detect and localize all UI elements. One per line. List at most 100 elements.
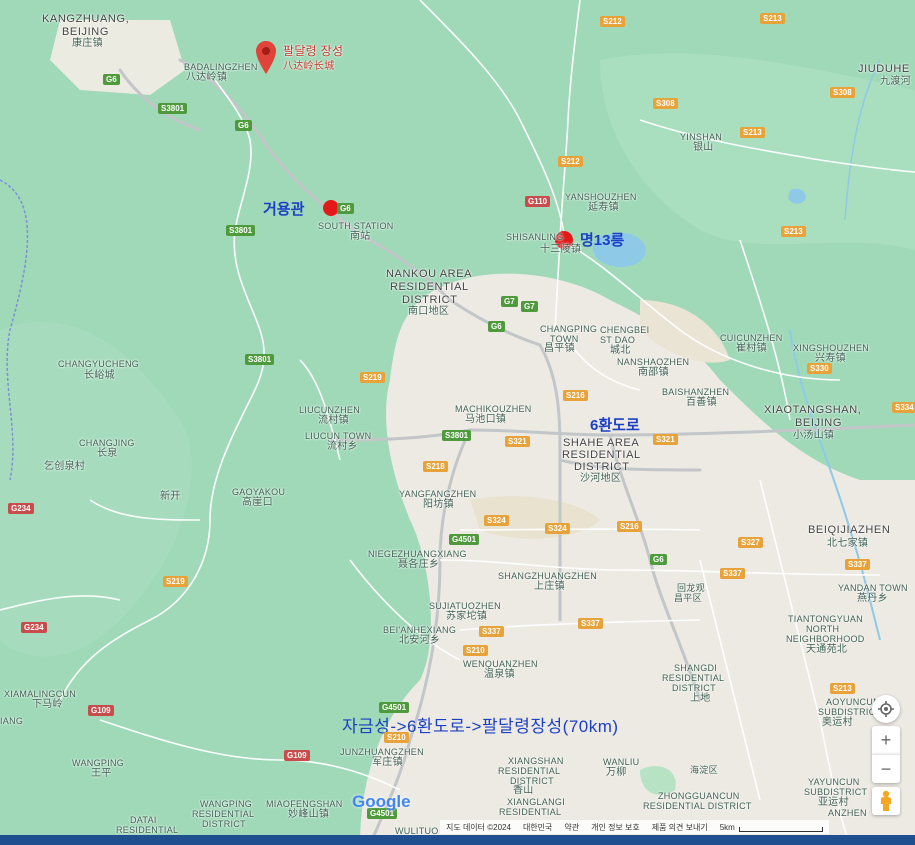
place-south-station-cn: 南站 (350, 231, 371, 242)
feedback-link[interactable]: 제품 의견 보내기 (652, 822, 708, 833)
place-aoyuncun-cn: 奥运村 (822, 717, 853, 728)
road-shield: S334 (892, 402, 915, 413)
place-niegezhuang-cn: 聂各庄乡 (398, 559, 440, 570)
place-xiaotangshan: XIAOTANGSHAN, (764, 404, 862, 416)
place-kangzhuang-cn: 康庄镇 (72, 38, 103, 49)
place-yinshan-cn: 银山 (693, 142, 714, 153)
locate-icon (878, 701, 894, 717)
road-shield: S3801 (158, 103, 188, 114)
place-wenquan-cn: 温泉镇 (484, 669, 515, 680)
road-shield: S210 (463, 645, 488, 656)
zoom-in-icon: + (880, 729, 892, 750)
zoom-in-button[interactable]: + (872, 726, 900, 754)
place-anzhen: ANZHEN (828, 808, 867, 818)
pegman-icon (881, 790, 891, 811)
place-changping-cn: 昌平镇 (544, 343, 575, 354)
place-machikou-cn: 马池口镇 (465, 414, 507, 425)
road-shield: G110 (525, 196, 551, 207)
place-changjing-cn: 长泉 (97, 448, 118, 459)
place-xiaotangshan-2: BEIJING (795, 417, 842, 429)
place-beianhe-cn: 北安河乡 (399, 635, 441, 646)
road-shield: S210 (384, 732, 409, 743)
place-wangping2-3: DISTRICT (202, 819, 246, 829)
road-shield: S216 (617, 521, 642, 532)
place-shahe-cn: 沙河地区 (580, 473, 622, 484)
place-shangdi-cn: 上地 (690, 693, 711, 704)
place-badaling-cn: 八达岭镇 (186, 72, 228, 83)
road-shield: S337 (845, 559, 870, 570)
place-kangzhuang: KANGZHUANG, (42, 13, 130, 25)
map-data-credit: 지도 데이터 ©2024 (446, 822, 511, 832)
badaling-pin[interactable] (255, 40, 277, 76)
road-shield: G7 (521, 301, 538, 312)
place-beiqijia-cn: 北七家镇 (827, 538, 869, 549)
terms-link[interactable]: 약관 (564, 822, 579, 833)
bottom-strip (0, 835, 915, 845)
privacy-link[interactable]: 개인 정보 보호 (591, 822, 640, 833)
road-shield: S330 (807, 363, 832, 374)
place-baishan-cn: 百善镇 (686, 397, 717, 408)
google-logo-text: Google (352, 792, 411, 811)
road-shield: S3801 (442, 430, 472, 441)
zoom-out-button[interactable]: − (872, 754, 900, 783)
road-shield: G7 (501, 296, 518, 307)
place-nankou-cn: 南口地区 (408, 306, 450, 317)
road-shield: S337 (720, 568, 745, 579)
road-shield: G4501 (379, 702, 410, 713)
place-beiqijia: BEIQIJIAZHEN (808, 524, 891, 536)
road-shield: S213 (740, 127, 765, 138)
road-shield: S213 (781, 226, 806, 237)
road-shield: S213 (760, 13, 785, 24)
place-chengbei-cn: 城北 (610, 345, 631, 356)
country-link[interactable]: 대한민국 (523, 822, 552, 833)
road-shield: S212 (600, 16, 625, 27)
road-shield: G6 (235, 120, 252, 131)
place-wanliu-cn: 万柳 (606, 767, 627, 778)
place-shangzhuang-cn: 上庄镇 (534, 581, 565, 592)
road-shield: G109 (88, 705, 114, 716)
road-shield: G4501 (449, 534, 480, 545)
place-cuicun-cn: 崔村镇 (736, 343, 767, 354)
badaling-pin-title[interactable]: 팔달령 장성 (283, 45, 343, 57)
map-pin-icon (256, 41, 276, 74)
road-shield: S216 (563, 390, 588, 401)
road-shield: G109 (284, 750, 310, 761)
badaling-pin-subtitle[interactable]: 八达岭长城 (283, 61, 335, 72)
place-xiamaling-cn: 下马岭 (32, 699, 63, 710)
road-shield: S308 (830, 87, 855, 98)
road-shield: S324 (484, 515, 509, 526)
place-xiaotangshan-cn: 小汤山镇 (793, 430, 835, 441)
place-jiuduhe-cn: 九渡河 (880, 76, 911, 87)
place-changyucheng-cn: 长峪城 (84, 370, 115, 381)
place-zhongguancun-2: RESIDENTIAL DISTRICT (643, 801, 752, 811)
juyongguan-label: 거용관 (263, 201, 305, 218)
road-shield: S324 (545, 523, 570, 534)
place-changping-district: 昌平区 (674, 593, 702, 603)
scale-bar[interactable]: 5km (720, 823, 823, 832)
place-liucun-cn: 流村镇 (318, 415, 349, 426)
road-shield: S337 (578, 618, 603, 629)
place-shisanling: SHISANLING (506, 232, 564, 242)
road-shield: S213 (830, 683, 855, 694)
place-junzhuang-cn: 军庄镇 (372, 757, 403, 768)
place-yayuncun-cn: 亚运村 (818, 797, 849, 808)
scale-label: 5km (719, 822, 735, 832)
street-view-pegman-button[interactable] (872, 787, 900, 815)
ring6-label: 6환도로 (590, 417, 640, 434)
place-wangping-cn: 王平 (91, 768, 112, 779)
road-shield: S337 (479, 626, 504, 637)
road-shield: S327 (738, 537, 763, 548)
place-nankou-1: NANKOU AREA (386, 268, 473, 280)
place-miaofengshan-cn: 妙峰山镇 (288, 809, 330, 820)
place-tiantongyuan-cn: 天通苑北 (806, 644, 848, 655)
place-xiangshan-cn: 香山 (513, 785, 534, 796)
place-qiying-cn: 乞创泉村 (44, 461, 86, 472)
my-location-button[interactable] (872, 695, 900, 723)
place-sujiatuo-cn: 苏家坨镇 (446, 611, 488, 622)
place-yanshou-cn: 延寿镇 (588, 202, 619, 213)
road-shield: G6 (103, 74, 120, 85)
zoom-out-icon: − (880, 758, 892, 779)
road-shield: S218 (423, 461, 448, 472)
place-xianglangi-2: RESIDENTIAL (499, 807, 562, 817)
road-shield: S308 (653, 98, 678, 109)
